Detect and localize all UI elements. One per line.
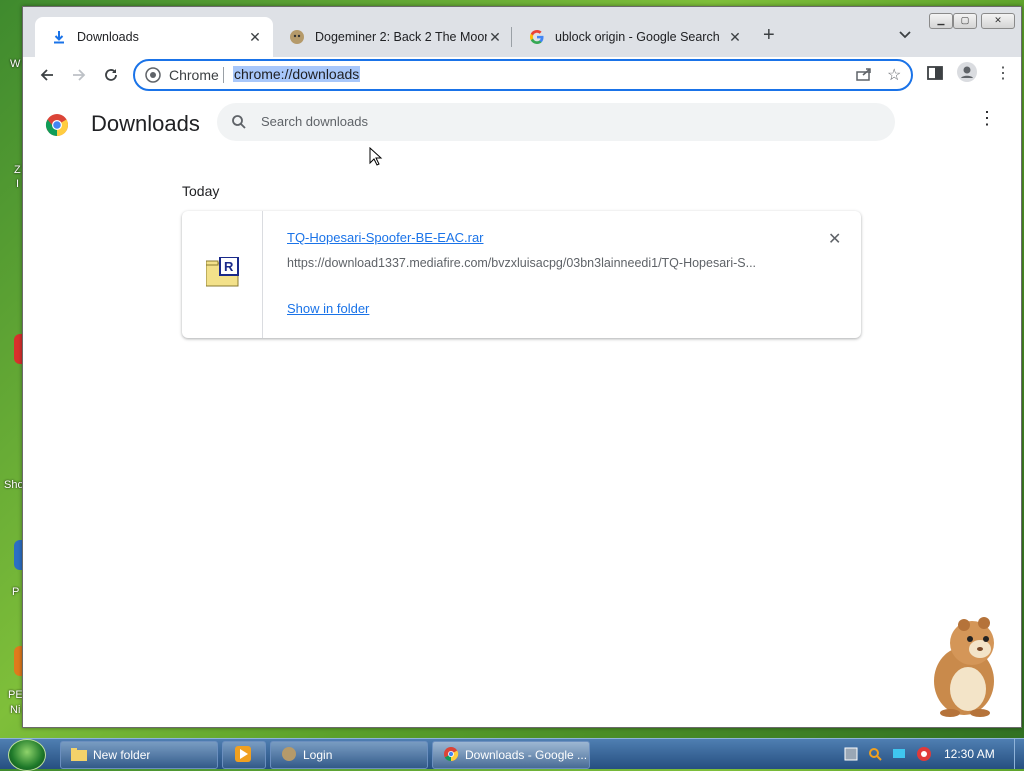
desktop-icon-label: Z [14,164,21,176]
profile-avatar-icon[interactable] [957,62,977,82]
reload-button[interactable] [99,63,123,87]
address-bar[interactable]: Chrome chrome://downloads ☆ [133,59,913,91]
forward-button[interactable] [67,63,91,87]
tab-dogeminer[interactable]: Dogeminer 2: Back 2 The Moon ✕ [273,17,513,57]
close-icon[interactable]: ✕ [727,29,743,46]
search-downloads-input[interactable]: Search downloads [217,103,895,141]
start-button[interactable] [8,739,46,771]
taskbar-item-chrome-downloads[interactable]: Downloads - Google ... [432,741,590,769]
google-icon [529,29,545,45]
doge-icon [289,29,305,45]
taskbar-item-login[interactable]: Login [270,741,428,769]
tab-separator [511,27,512,47]
show-desktop-button[interactable] [1014,739,1024,769]
download-source-url: https://download1337.mediafire.com/bvzxl… [287,256,757,270]
chrome-site-icon [145,67,161,86]
download-filename-link[interactable]: TQ-Hopesari-Spoofer-BE-EAC.rar [287,230,484,245]
rar-archive-icon: R [205,256,240,290]
side-panel-icon[interactable] [927,65,943,84]
share-icon[interactable] [855,66,873,85]
chrome-icon [443,746,459,765]
desktop-icon-label: I [16,178,20,190]
close-window-button[interactable]: ✕ [981,13,1015,29]
tab-downloads[interactable]: Downloads ✕ [35,17,273,57]
desktop-icon-label: Ni [10,704,21,716]
page-title: Downloads [91,111,200,136]
tray-app-icon[interactable] [916,746,932,765]
site-label: Chrome [169,67,219,83]
taskbar-item-new-folder[interactable]: New folder [60,741,218,769]
mouse-cursor-icon [369,146,383,170]
show-in-folder-link[interactable]: Show in folder [287,301,369,316]
taskbar-item-label: Login [303,748,333,762]
taskbar-item-label: New folder [93,748,151,762]
media-player-icon [235,745,251,765]
browser-toolbar: Chrome chrome://downloads ☆ ⋮ [23,57,1021,91]
tray-search-icon[interactable] [868,747,882,764]
taskbar: New folder Login Downloads - Google ... … [0,738,1024,771]
download-item-card: R TQ-Hopesari-Spoofer-BE-EAC.rar https:/… [182,211,861,338]
tab-label: Downloads [77,30,139,44]
desktop-icon-label: PE [8,689,23,701]
section-header-today: Today [182,183,220,199]
tray-display-icon[interactable] [892,747,906,764]
remove-download-close-icon[interactable]: ✕ [828,229,841,249]
minimize-button[interactable]: ▁ [929,13,953,29]
desktop-icon-label: Sho [4,479,24,491]
url-text[interactable]: chrome://downloads [233,66,361,82]
taskbar-item-label: Downloads - Google ... [465,748,588,762]
tab-label: ublock origin - Google Search [555,30,720,44]
tab-search-chevron-icon[interactable] [899,27,911,42]
chrome-logo-icon [45,113,69,140]
browser-window: Downloads ✕ Dogeminer 2: Back 2 The Moon… [22,6,1022,728]
new-tab-button[interactable]: + [763,25,775,45]
folder-icon [71,747,87,764]
back-button[interactable] [35,63,59,87]
close-icon[interactable]: ✕ [487,29,503,46]
search-placeholder: Search downloads [261,114,368,129]
login-icon [281,746,297,765]
download-icon [51,29,67,45]
taskbar-clock[interactable]: 12:30 AM [944,747,995,761]
desktop-icon-label: P [12,586,20,598]
maximize-button[interactable]: ▢ [953,13,977,29]
browser-menu-icon[interactable]: ⋮ [995,63,1011,83]
more-actions-icon[interactable]: ⋮ [978,109,996,127]
svg-text:R: R [224,259,234,274]
file-icon-column: R [182,211,263,338]
search-icon [231,114,247,133]
tab-label: Dogeminer 2: Back 2 The Moon [315,30,487,44]
desktop-icon-label: W [10,58,21,70]
tray-network-icon[interactable] [844,747,858,764]
tab-strip: Downloads ✕ Dogeminer 2: Back 2 The Moon… [23,7,1021,57]
hamster-desktop-pet[interactable] [920,615,1006,719]
taskbar-item-media-player[interactable] [222,741,266,769]
downloads-page: Downloads Search downloads ⋮ Today R TQ-… [23,91,1021,727]
close-icon[interactable]: ✕ [247,29,263,46]
omnibox-separator [223,67,224,83]
bookmark-star-icon[interactable]: ☆ [887,65,901,85]
tab-google-search[interactable]: ublock origin - Google Search ✕ [513,17,753,57]
